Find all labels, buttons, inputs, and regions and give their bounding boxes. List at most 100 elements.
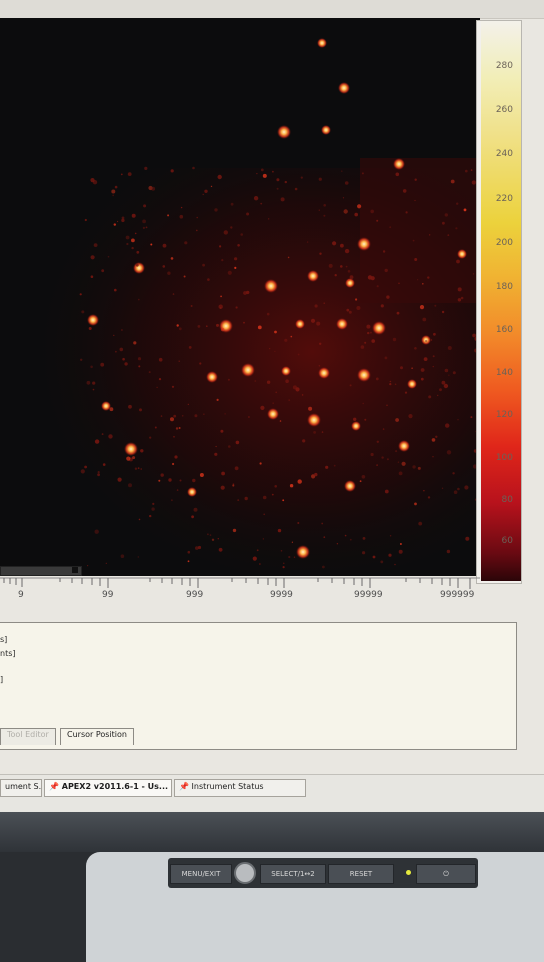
diffraction-image[interactable] (0, 18, 480, 576)
noise-speckle (128, 404, 132, 409)
contrast-slider-handle[interactable] (72, 567, 78, 573)
window-top-strip (0, 0, 544, 19)
noise-speckle (217, 174, 222, 180)
diffraction-spot (101, 401, 111, 411)
noise-speckle (344, 248, 350, 254)
colorbar-label: 100 (495, 453, 513, 463)
noise-speckle (218, 304, 223, 309)
noise-speckle (457, 298, 462, 302)
noise-speckle (428, 395, 432, 399)
app-icon: 📌 (179, 782, 192, 791)
noise-speckle (371, 339, 376, 343)
noise-speckle (260, 168, 264, 172)
noise-speckle (434, 304, 437, 307)
diffraction-spot (357, 237, 371, 251)
diffraction-spot (133, 262, 145, 274)
monitor-knob[interactable] (234, 862, 256, 884)
noise-speckle (108, 434, 113, 439)
noise-speckle (380, 560, 384, 564)
noise-speckle (386, 458, 389, 461)
noise-speckle (453, 490, 458, 495)
noise-speckle (211, 538, 215, 541)
noise-speckle (285, 379, 289, 384)
noise-speckle (221, 471, 226, 476)
noise-speckle (84, 465, 87, 469)
noise-speckle (266, 380, 271, 384)
noise-speckle (94, 439, 100, 444)
noise-speckle (394, 563, 396, 566)
noise-speckle (80, 469, 85, 474)
noise-speckle (369, 331, 372, 334)
noise-speckle (175, 427, 179, 430)
noise-speckle (455, 227, 458, 230)
noise-speckle (197, 325, 201, 328)
noise-speckle (154, 426, 157, 429)
noise-speckle (457, 287, 462, 292)
noise-speckle (314, 472, 318, 477)
noise-speckle (460, 296, 464, 300)
noise-speckle (422, 283, 424, 285)
menu-exit-button[interactable]: MENU/EXIT (170, 864, 232, 884)
noise-speckle (149, 436, 152, 439)
noise-speckle (323, 204, 327, 207)
noise-speckle (402, 189, 407, 193)
noise-speckle (93, 243, 98, 248)
noise-speckle (398, 471, 403, 476)
app-icon: 📌 (49, 782, 62, 791)
log-scale-ruler[interactable]: 9 99 999 9999 99999 999999 (0, 576, 480, 616)
noise-speckle (412, 465, 416, 469)
tab-tool-editor[interactable]: Tool Editor (0, 728, 56, 745)
noise-speckle (465, 536, 470, 541)
noise-speckle (158, 357, 163, 362)
tab-cursor-position[interactable]: Cursor Position (60, 728, 134, 745)
power-icon[interactable]: ⏻ (416, 864, 476, 884)
noise-speckle (262, 495, 267, 500)
noise-speckle (428, 337, 430, 339)
noise-speckle (178, 427, 181, 429)
noise-speckle (284, 180, 287, 184)
noise-speckle (448, 374, 450, 376)
noise-speckle (287, 256, 290, 259)
noise-speckle (220, 295, 223, 298)
diffraction-spot (277, 125, 291, 139)
noise-speckle (268, 218, 270, 220)
diffraction-spot (281, 366, 291, 376)
noise-speckle (384, 356, 388, 360)
noise-speckle (269, 348, 271, 350)
noise-speckle (342, 197, 345, 199)
contrast-slider-track[interactable] (0, 566, 82, 576)
noise-speckle (395, 418, 399, 422)
diffraction-spot (372, 321, 386, 335)
noise-speckle (359, 480, 362, 483)
taskbar-item-document[interactable]: ument S... (0, 779, 42, 797)
noise-speckle (191, 515, 195, 519)
noise-speckle (143, 204, 147, 208)
noise-speckle (274, 330, 277, 334)
noise-speckle (240, 233, 243, 236)
taskbar-item-instrument-status[interactable]: 📌 Instrument Status (174, 779, 306, 797)
noise-speckle (168, 478, 172, 482)
noise-speckle (367, 331, 370, 335)
noise-speckle (202, 193, 204, 196)
colorbar-label: 140 (495, 368, 513, 378)
noise-speckle (431, 438, 436, 442)
noise-speckle (204, 189, 208, 193)
noise-speckle (328, 263, 333, 268)
noise-speckle (81, 310, 85, 314)
select-button[interactable]: SELECT/1↔2 (260, 864, 326, 884)
noise-speckle (102, 463, 106, 466)
noise-speckle (319, 252, 322, 255)
noise-speckle (140, 449, 144, 453)
colorbar-label: 160 (495, 325, 513, 335)
reset-button[interactable]: RESET (328, 864, 394, 884)
noise-speckle (150, 243, 153, 246)
noise-speckle (173, 435, 175, 438)
noise-speckle (160, 415, 163, 417)
noise-speckle (140, 468, 142, 470)
noise-speckle (134, 467, 138, 470)
taskbar-item-apex2[interactable]: 📌 APEX2 v2011.6-1 - Us... (44, 779, 172, 797)
noise-speckle (400, 366, 403, 370)
noise-speckle (388, 553, 392, 557)
diffraction-spot (457, 249, 467, 259)
noise-speckle (364, 341, 367, 344)
